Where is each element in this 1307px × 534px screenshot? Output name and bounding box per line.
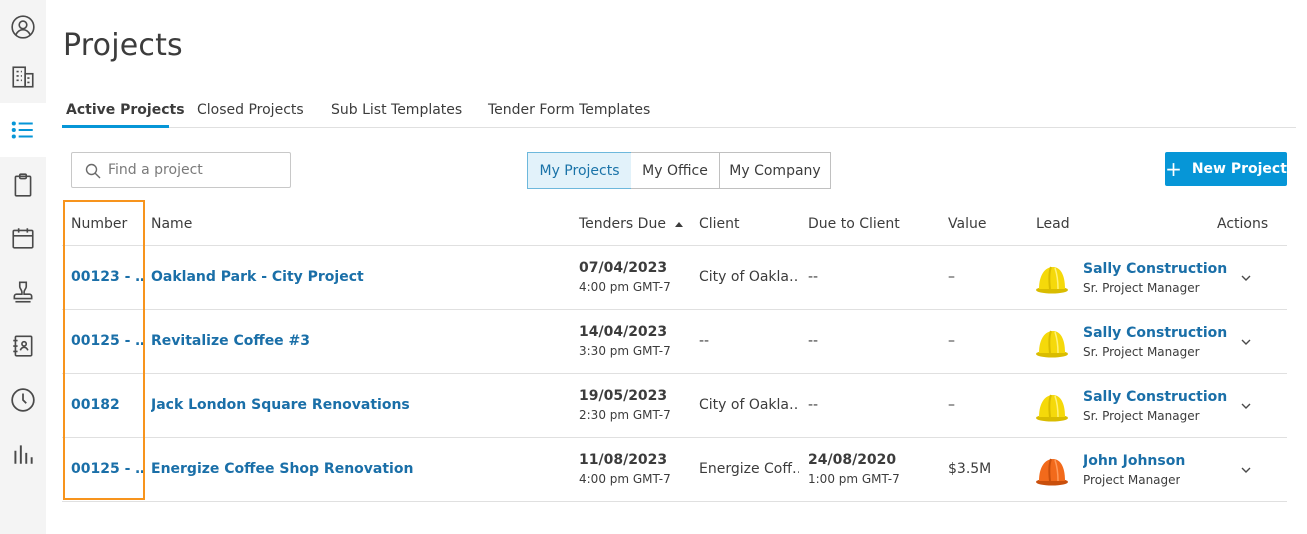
project-number[interactable]: 00125 - … (71, 333, 143, 349)
column-header-client[interactable]: Client (699, 216, 740, 232)
project-name[interactable]: Oakland Park - City Project (151, 269, 571, 285)
due-to-client-date: -- (808, 397, 819, 413)
project-name[interactable]: Energize Coffee Shop Renovation (151, 461, 571, 477)
tab-tender-form-templates[interactable]: Tender Form Templates (488, 102, 650, 118)
lead-name[interactable]: John Johnson (1083, 453, 1185, 469)
table-row[interactable]: 00125 - … Energize Coffee Shop Renovatio… (62, 438, 1287, 502)
hard-hat-avatar-icon (1036, 394, 1068, 422)
nav-approvals[interactable] (0, 265, 46, 319)
tab-active-projects[interactable]: Active Projects (66, 102, 185, 118)
filter-my-office[interactable]: My Office (631, 152, 720, 189)
search-input[interactable] (108, 159, 283, 181)
lead-name[interactable]: Sally Construction (1083, 389, 1227, 405)
project-value: – (948, 333, 955, 349)
sort-ascending-icon (675, 222, 684, 227)
tenders-due-time: 4:00 pm GMT-7 (579, 280, 671, 294)
row-actions-chevron-down-icon[interactable] (1239, 399, 1253, 413)
hard-hat-avatar-icon (1036, 330, 1068, 358)
lead-role: Sr. Project Manager (1083, 409, 1200, 423)
row-actions-chevron-down-icon[interactable] (1239, 271, 1253, 285)
client-name: Energize Coff… (699, 461, 799, 477)
project-value: $3.5M (948, 461, 992, 477)
column-header-actions: Actions (1217, 216, 1269, 232)
project-search (71, 152, 291, 188)
tenders-due-date: 14/04/2023 (579, 324, 668, 340)
tab-sub-list-templates[interactable]: Sub List Templates (331, 102, 462, 118)
table-row[interactable]: 00182 Jack London Square Renovations 19/… (62, 374, 1287, 438)
hard-hat-avatar-icon (1036, 458, 1068, 486)
project-name[interactable]: Jack London Square Renovations (151, 397, 571, 413)
column-header-due-to-client[interactable]: Due to Client (808, 216, 900, 232)
tenders-due-date: 07/04/2023 (579, 260, 668, 276)
due-to-client-date: 24/08/2020 (808, 452, 897, 468)
active-tab-indicator (62, 125, 169, 128)
calendar-icon (12, 228, 34, 249)
nav-companies[interactable] (0, 50, 46, 104)
due-to-client-time: 1:00 pm GMT-7 (808, 472, 900, 486)
stamp-icon (13, 281, 33, 303)
clipboard-icon (14, 173, 32, 197)
search-icon (85, 163, 101, 179)
column-header-lead[interactable]: Lead (1036, 216, 1070, 232)
due-to-client-date: -- (808, 333, 819, 349)
table-row[interactable]: 00125 - … Revitalize Coffee #3 14/04/202… (62, 310, 1287, 374)
tenders-due-time: 2:30 pm GMT-7 (579, 408, 671, 422)
hard-hat-avatar-icon (1036, 266, 1068, 294)
new-project-label: New Project (1191, 161, 1287, 177)
lead-role: Project Manager (1083, 473, 1181, 487)
client-name: -- (699, 333, 710, 349)
column-header-name[interactable]: Name (151, 216, 192, 232)
column-header-number[interactable]: Number (71, 216, 127, 232)
tenders-due-time: 3:30 pm GMT-7 (579, 344, 671, 358)
bar-chart-icon (14, 445, 33, 464)
left-nav-sidebar (0, 0, 46, 534)
project-tabs: Active Projects Closed Projects Sub List… (62, 98, 1296, 128)
table-row[interactable]: 00123 - … Oakland Park - City Project 07… (62, 246, 1287, 310)
tenders-due-date: 19/05/2023 (579, 388, 668, 404)
lead-role: Sr. Project Manager (1083, 345, 1200, 359)
project-value: – (948, 397, 955, 413)
nav-calendar[interactable] (0, 211, 46, 265)
project-name[interactable]: Revitalize Coffee #3 (151, 333, 571, 349)
client-name: City of Oakla… (699, 269, 799, 285)
lead-name[interactable]: Sally Construction (1083, 261, 1227, 277)
project-number[interactable]: 00125 - … (71, 461, 143, 477)
tenders-due-time: 4:00 pm GMT-7 (579, 472, 671, 486)
project-number[interactable]: 00123 - … (71, 269, 143, 285)
row-actions-chevron-down-icon[interactable] (1239, 463, 1253, 477)
lead-role: Sr. Project Manager (1083, 281, 1200, 295)
nav-directory[interactable] (0, 319, 46, 373)
lead-name[interactable]: Sally Construction (1083, 325, 1227, 341)
tenders-due-date: 11/08/2023 (579, 452, 668, 468)
nav-projects[interactable] (0, 103, 46, 157)
filter-my-projects[interactable]: My Projects (527, 152, 632, 189)
nav-history[interactable] (0, 373, 46, 427)
row-actions-chevron-down-icon[interactable] (1239, 335, 1253, 349)
page-title: Projects (63, 28, 183, 63)
column-header-value[interactable]: Value (948, 216, 986, 232)
tab-closed-projects[interactable]: Closed Projects (197, 102, 304, 118)
new-project-button[interactable]: + New Project (1165, 152, 1287, 186)
project-number[interactable]: 00182 (71, 397, 143, 413)
nav-tasks[interactable] (0, 158, 46, 212)
plus-icon: + (1165, 157, 1182, 181)
client-name: City of Oakla… (699, 397, 799, 413)
nav-profile[interactable] (0, 0, 46, 54)
project-value: – (948, 269, 955, 285)
address-book-icon (13, 335, 33, 357)
column-header-tenders-due[interactable]: Tenders Due (579, 216, 684, 232)
filter-my-company[interactable]: My Company (719, 152, 831, 189)
due-to-client-date: -- (808, 269, 819, 285)
user-circle-icon (11, 15, 35, 39)
column-header-tenders-due-label: Tenders Due (579, 216, 666, 232)
nav-reports[interactable] (0, 427, 46, 481)
list-icon (11, 121, 33, 139)
clock-icon (11, 388, 35, 412)
building-icon (12, 66, 34, 88)
